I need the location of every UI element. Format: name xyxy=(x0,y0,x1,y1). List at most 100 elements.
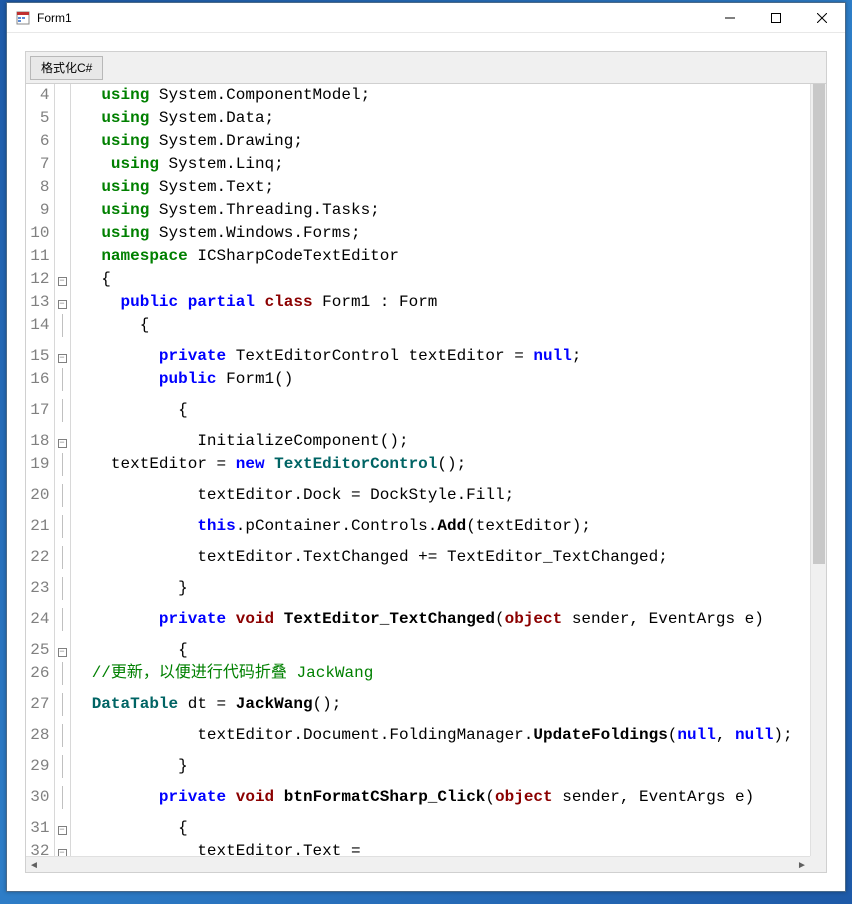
code-text[interactable]: { xyxy=(70,268,810,291)
fold-gutter[interactable] xyxy=(54,755,70,786)
code-editor[interactable]: 4 using System.ComponentModel;5 using Sy… xyxy=(25,83,827,873)
fold-gutter[interactable] xyxy=(54,199,70,222)
fold-gutter[interactable] xyxy=(54,368,70,399)
code-text[interactable]: private void TextEditor_TextChanged(obje… xyxy=(70,608,810,639)
code-line[interactable]: 17 { xyxy=(26,399,810,430)
code-line[interactable]: 30 private void btnFormatCSharp_Click(ob… xyxy=(26,786,810,817)
code-line[interactable]: 15− private TextEditorControl textEditor… xyxy=(26,345,810,368)
code-text[interactable]: using System.Drawing; xyxy=(70,130,810,153)
fold-gutter[interactable] xyxy=(54,577,70,608)
code-text[interactable]: public partial class Form1 : Form xyxy=(70,291,810,314)
code-line[interactable]: 20 textEditor.Dock = DockStyle.Fill; xyxy=(26,484,810,515)
maximize-button[interactable] xyxy=(753,3,799,33)
code-text[interactable]: textEditor.Dock = DockStyle.Fill; xyxy=(70,484,810,515)
code-line[interactable]: 6 using System.Drawing; xyxy=(26,130,810,153)
minimize-button[interactable] xyxy=(707,3,753,33)
close-button[interactable] xyxy=(799,3,845,33)
code-text[interactable]: private TextEditorControl textEditor = n… xyxy=(70,345,810,368)
code-text[interactable]: //更新，以便进行代码折叠 JackWang xyxy=(70,662,810,693)
fold-gutter[interactable]: − xyxy=(54,817,70,840)
code-line[interactable]: 24 private void TextEditor_TextChanged(o… xyxy=(26,608,810,639)
code-text[interactable]: { xyxy=(70,399,810,430)
code-line[interactable]: 4 using System.ComponentModel; xyxy=(26,84,810,107)
fold-gutter[interactable] xyxy=(54,786,70,817)
code-line[interactable]: 5 using System.Data; xyxy=(26,107,810,130)
fold-gutter[interactable] xyxy=(54,546,70,577)
code-text[interactable]: textEditor.Document.FoldingManager.Updat… xyxy=(70,724,810,755)
fold-gutter[interactable]: − xyxy=(54,639,70,662)
code-text[interactable]: this.pContainer.Controls.Add(textEditor)… xyxy=(70,515,810,546)
code-text[interactable]: private void btnFormatCSharp_Click(objec… xyxy=(70,786,810,817)
code-line[interactable]: 32− textEditor.Text = xyxy=(26,840,810,856)
fold-gutter[interactable] xyxy=(54,245,70,268)
fold-gutter[interactable] xyxy=(54,107,70,130)
fold-gutter[interactable]: − xyxy=(54,430,70,453)
code-line[interactable]: 29 } xyxy=(26,755,810,786)
code-line[interactable]: 14 { xyxy=(26,314,810,345)
code-text[interactable]: InitializeComponent(); xyxy=(70,430,810,453)
vertical-scrollbar[interactable] xyxy=(810,84,826,856)
vertical-scroll-thumb[interactable] xyxy=(813,84,825,564)
fold-gutter[interactable]: − xyxy=(54,345,70,368)
code-text[interactable]: using System.Linq; xyxy=(70,153,810,176)
code-text[interactable]: { xyxy=(70,817,810,840)
fold-gutter[interactable] xyxy=(54,515,70,546)
scroll-right-button[interactable]: ► xyxy=(794,857,810,873)
fold-gutter[interactable]: − xyxy=(54,840,70,856)
fold-gutter[interactable]: − xyxy=(54,268,70,291)
fold-gutter[interactable] xyxy=(54,153,70,176)
code-text[interactable]: } xyxy=(70,577,810,608)
code-text[interactable]: namespace ICSharpCodeTextEditor xyxy=(70,245,810,268)
code-line[interactable]: 21 this.pContainer.Controls.Add(textEdit… xyxy=(26,515,810,546)
code-text[interactable]: textEditor.TextChanged += TextEditor_Tex… xyxy=(70,546,810,577)
code-text[interactable]: textEditor.Text = xyxy=(70,840,810,856)
code-line[interactable]: 23 } xyxy=(26,577,810,608)
fold-gutter[interactable] xyxy=(54,724,70,755)
code-area[interactable]: 4 using System.ComponentModel;5 using Sy… xyxy=(26,84,810,856)
code-text[interactable]: { xyxy=(70,639,810,662)
code-text[interactable]: using System.Text; xyxy=(70,176,810,199)
code-text[interactable]: textEditor = new TextEditorControl(); xyxy=(70,453,810,484)
fold-gutter[interactable] xyxy=(54,222,70,245)
titlebar[interactable]: Form1 xyxy=(7,3,845,33)
code-text[interactable]: { xyxy=(70,314,810,345)
code-text[interactable]: } xyxy=(70,755,810,786)
fold-gutter[interactable] xyxy=(54,130,70,153)
code-line[interactable]: 9 using System.Threading.Tasks; xyxy=(26,199,810,222)
fold-gutter[interactable] xyxy=(54,484,70,515)
code-text[interactable]: public Form1() xyxy=(70,368,810,399)
code-line[interactable]: 13− public partial class Form1 : Form xyxy=(26,291,810,314)
code-line[interactable]: 28 textEditor.Document.FoldingManager.Up… xyxy=(26,724,810,755)
code-line[interactable]: 10 using System.Windows.Forms; xyxy=(26,222,810,245)
fold-gutter[interactable]: − xyxy=(54,291,70,314)
fold-gutter[interactable] xyxy=(54,314,70,345)
code-line[interactable]: 31− { xyxy=(26,817,810,840)
line-number: 18 xyxy=(26,430,54,453)
fold-gutter[interactable] xyxy=(54,84,70,107)
fold-gutter[interactable] xyxy=(54,176,70,199)
code-line[interactable]: 25− { xyxy=(26,639,810,662)
fold-gutter[interactable] xyxy=(54,608,70,639)
code-line[interactable]: 16 public Form1() xyxy=(26,368,810,399)
format-csharp-button[interactable]: 格式化C# xyxy=(30,56,103,80)
code-line[interactable]: 11 namespace ICSharpCodeTextEditor xyxy=(26,245,810,268)
code-line[interactable]: 7 using System.Linq; xyxy=(26,153,810,176)
code-line[interactable]: 8 using System.Text; xyxy=(26,176,810,199)
code-text[interactable]: using System.Windows.Forms; xyxy=(70,222,810,245)
fold-gutter[interactable] xyxy=(54,693,70,724)
code-line[interactable]: 26 //更新，以便进行代码折叠 JackWang xyxy=(26,662,810,693)
code-text[interactable]: DataTable dt = JackWang(); xyxy=(70,693,810,724)
scroll-left-button[interactable]: ◄ xyxy=(26,857,42,873)
code-line[interactable]: 22 textEditor.TextChanged += TextEditor_… xyxy=(26,546,810,577)
code-text[interactable]: using System.ComponentModel; xyxy=(70,84,810,107)
code-text[interactable]: using System.Data; xyxy=(70,107,810,130)
fold-gutter[interactable] xyxy=(54,399,70,430)
horizontal-scrollbar[interactable]: ◄ ► xyxy=(26,856,810,872)
fold-gutter[interactable] xyxy=(54,662,70,693)
code-line[interactable]: 19 textEditor = new TextEditorControl(); xyxy=(26,453,810,484)
code-line[interactable]: 12− { xyxy=(26,268,810,291)
code-line[interactable]: 18− InitializeComponent(); xyxy=(26,430,810,453)
code-line[interactable]: 27 DataTable dt = JackWang(); xyxy=(26,693,810,724)
code-text[interactable]: using System.Threading.Tasks; xyxy=(70,199,810,222)
fold-gutter[interactable] xyxy=(54,453,70,484)
